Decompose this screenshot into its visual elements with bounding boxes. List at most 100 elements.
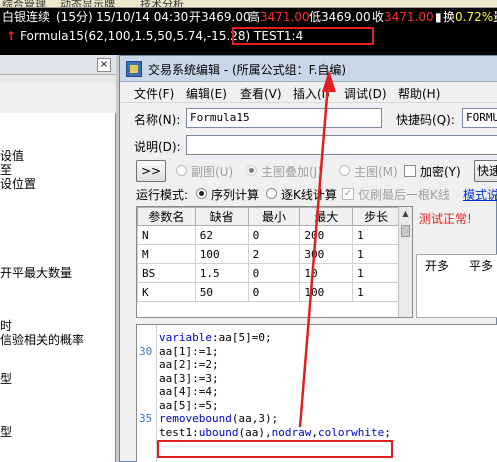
menu-debug[interactable]: 调试(D) bbox=[344, 85, 387, 102]
name-label: 名称(N): bbox=[134, 113, 181, 127]
description-label: 说明(D): bbox=[134, 140, 181, 154]
turnover-label: 换 bbox=[443, 10, 456, 24]
shortcut-label: 快捷码(Q): bbox=[396, 113, 455, 127]
table-cell[interactable]: 100 bbox=[194, 244, 249, 264]
table-cell[interactable]: 1.5 bbox=[194, 263, 249, 283]
table-cell[interactable]: N bbox=[137, 225, 196, 245]
table-cell[interactable]: 0 bbox=[247, 282, 301, 302]
scrollbar-thumb[interactable] bbox=[401, 225, 410, 237]
table-cell[interactable]: BS bbox=[137, 263, 196, 283]
list-item[interactable]: 信验相关的概率 bbox=[0, 331, 84, 348]
left-panel-header bbox=[0, 83, 116, 113]
up-arrow-icon: ↑ bbox=[6, 29, 17, 43]
mode-help-link[interactable]: 模式说 bbox=[463, 186, 497, 203]
radio-sequence-calc[interactable] bbox=[196, 188, 207, 199]
table-cell[interactable]: 0 bbox=[247, 225, 301, 245]
menu-help[interactable]: 帮助(H) bbox=[398, 85, 440, 102]
left-panel-toolbar bbox=[0, 75, 116, 83]
quote-bar: 白银连续 (15分) 15/10/14 04:30 开 3469.00 高 34… bbox=[0, 8, 497, 27]
table-cell[interactable]: 62 bbox=[194, 225, 249, 245]
last-bar-checkbox[interactable]: ✓ bbox=[342, 188, 354, 200]
shortcut-field[interactable]: FORMUL bbox=[462, 108, 497, 128]
table-row[interactable]: BS 1.5 0 10 1 bbox=[137, 263, 400, 283]
list-item[interactable]: 设位置 bbox=[0, 175, 36, 192]
highlight-box-code-line bbox=[157, 440, 393, 458]
line-number: 30 bbox=[139, 345, 153, 358]
table-cell[interactable]: 100 bbox=[299, 282, 354, 302]
table-cell[interactable]: 50 bbox=[194, 282, 249, 302]
table-cell[interactable]: 1 bbox=[352, 244, 400, 264]
radio-subchart-label: 副图(U) bbox=[191, 165, 234, 179]
tab-general-management[interactable]: 综合管理 bbox=[2, 0, 46, 7]
table-scrollbar[interactable]: ▲ bbox=[398, 207, 412, 317]
code-editor[interactable]: 30 35 variable:aa[5]=0; aa[1]:=1; aa[2]:=2… bbox=[136, 324, 497, 462]
volume-label: 量 bbox=[493, 8, 497, 27]
tab-open-long[interactable]: 开多 bbox=[425, 257, 449, 274]
quick-button[interactable]: 快速 bbox=[474, 160, 497, 182]
column-header: 最小 bbox=[247, 207, 301, 226]
tab-dynamic-board[interactable]: 动态显示牌 bbox=[60, 0, 115, 7]
last-bar-label: 仅刷最后一根K线 bbox=[358, 188, 450, 202]
radio-main-overlay-label: 主图叠加(J) bbox=[261, 165, 322, 179]
radio-subchart[interactable] bbox=[176, 165, 187, 176]
parameter-table: 参数名 缺省 最小 最大 步长 N 62 0 200 1 M 100 2 300… bbox=[136, 206, 413, 318]
table-cell[interactable]: 1 bbox=[352, 225, 400, 245]
list-item[interactable]: 开平最大数量 bbox=[0, 264, 72, 281]
close-label: 收 bbox=[372, 10, 385, 24]
menu-view[interactable]: 查看(V) bbox=[240, 85, 282, 102]
line-number-gutter: 30 35 bbox=[137, 325, 157, 462]
signal-tabs: 开多 平多 bbox=[416, 254, 497, 318]
code-keyword: variable bbox=[159, 331, 212, 344]
quote-period: (15分) bbox=[56, 10, 93, 24]
table-cell[interactable]: 1 bbox=[352, 282, 400, 302]
table-row[interactable]: K 50 0 100 1 bbox=[137, 282, 400, 302]
low-label: 低 bbox=[309, 10, 322, 24]
open-label: 开 bbox=[189, 10, 202, 24]
table-row[interactable]: M 100 2 300 1 bbox=[137, 244, 400, 264]
code-text[interactable]: variable:aa[5]=0; aa[1]:=1; aa[2]:=2; aa[3]… bbox=[159, 331, 391, 439]
column-header: 参数名 bbox=[137, 207, 196, 226]
code-line: test1:ubound(aa),nodraw,colorwhite; bbox=[159, 425, 391, 439]
expand-button[interactable]: >> bbox=[136, 160, 166, 182]
radio-main-chart[interactable] bbox=[339, 165, 350, 176]
name-field[interactable]: Formula15 bbox=[186, 108, 382, 128]
code-keyword: nodraw bbox=[271, 425, 312, 439]
tab-technical-analysis[interactable]: 技术分析 bbox=[140, 0, 184, 7]
code-keyword: colorwhite bbox=[318, 425, 385, 439]
scroll-up-icon[interactable]: ▲ bbox=[399, 207, 412, 221]
table-cell[interactable]: M bbox=[137, 244, 196, 264]
column-header: 最大 bbox=[299, 207, 354, 226]
code-line: aa[3]:=3; bbox=[159, 371, 219, 385]
encrypt-checkbox[interactable] bbox=[404, 165, 416, 177]
left-panel: × 设值 至 设位置 开平最大数量 时 信验相关的概率 型 型 bbox=[0, 55, 116, 462]
table-cell[interactable]: 300 bbox=[299, 244, 354, 264]
table-cell[interactable]: 1 bbox=[352, 263, 400, 283]
table-cell[interactable]: 0 bbox=[247, 263, 301, 283]
close-icon[interactable]: × bbox=[97, 58, 111, 72]
tab-close-long[interactable]: 平多 bbox=[469, 257, 493, 274]
close-value: 3471.00 bbox=[384, 10, 434, 24]
menu-bar: 文件(F) 编辑(E) 查看(V) 插入(I) 调试(D) 帮助(H) bbox=[120, 82, 497, 102]
table-cell[interactable]: 200 bbox=[299, 225, 354, 245]
description-field[interactable] bbox=[186, 135, 497, 155]
high-label: 高 bbox=[248, 10, 261, 24]
column-header: 步长 bbox=[352, 207, 400, 226]
table-row[interactable]: N 62 0 200 1 bbox=[137, 225, 400, 245]
run-mode-label: 运行模式: bbox=[136, 188, 189, 202]
menu-edit[interactable]: 编辑(E) bbox=[186, 85, 227, 102]
radio-per-bar-calc[interactable] bbox=[266, 188, 277, 199]
dialog-titlebar[interactable]: 交易系统编辑 - (所属公式组：F.自编) bbox=[120, 56, 497, 82]
line-number: 35 bbox=[139, 412, 153, 425]
list-item[interactable]: 型 bbox=[0, 370, 12, 387]
dialog-title: 交易系统编辑 - (所属公式组：F.自编) bbox=[148, 63, 347, 77]
left-panel-titlebar: × bbox=[0, 55, 116, 75]
list-item[interactable]: 型 bbox=[0, 423, 12, 440]
code-line: variable:aa[5]=0; bbox=[159, 331, 272, 344]
app-icon bbox=[126, 61, 142, 77]
radio-main-overlay[interactable] bbox=[246, 165, 257, 176]
menu-insert[interactable]: 插入(I) bbox=[293, 85, 330, 102]
table-cell[interactable]: K bbox=[137, 282, 196, 302]
table-cell[interactable]: 10 bbox=[299, 263, 354, 283]
menu-file[interactable]: 文件(F) bbox=[134, 85, 174, 102]
table-cell[interactable]: 2 bbox=[247, 244, 301, 264]
